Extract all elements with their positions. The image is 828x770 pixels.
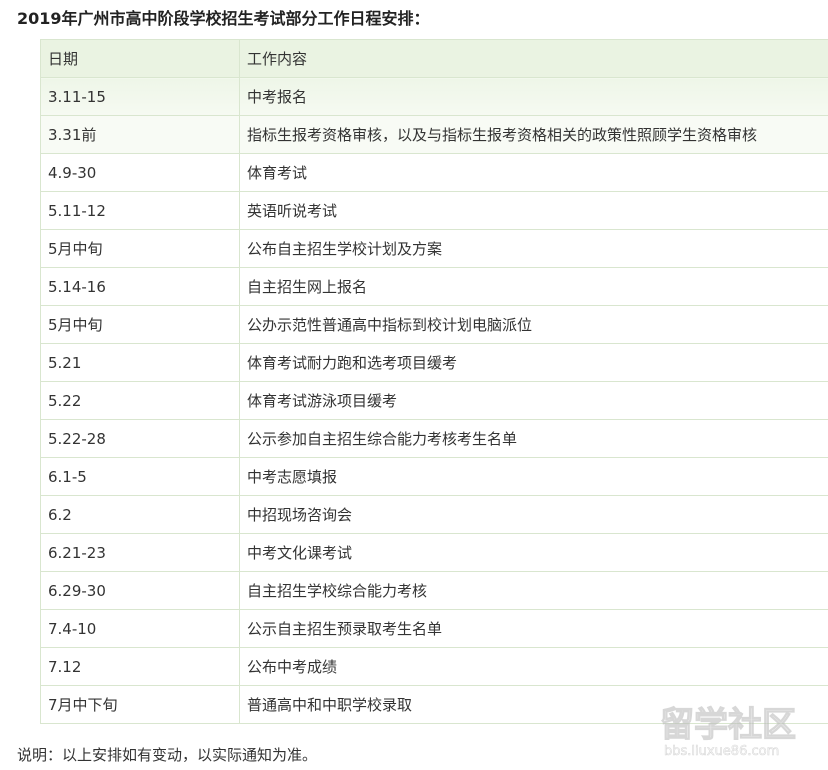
cell-date: 5.14-16 — [40, 267, 240, 306]
table-row: 4.9-30 体育考试 — [40, 153, 828, 192]
table-row: 7.12 公布中考成绩 — [40, 647, 828, 686]
page-title: 2019年广州市高中阶段学校招生考试部分工作日程安排： — [17, 9, 430, 28]
cell-content: 公办示范性普通高中指标到校计划电脑派位 — [239, 305, 828, 344]
page: 2019年广州市高中阶段学校招生考试部分工作日程安排： 日期 工作内容 3.11… — [0, 0, 828, 770]
table-row: 5.14-16 自主招生网上报名 — [40, 267, 828, 306]
table-row: 6.29-30 自主招生学校综合能力考核 — [40, 571, 828, 610]
table-row: 5.21 体育考试耐力跑和选考项目缓考 — [40, 343, 828, 382]
watermark-main-text: 留学社区 — [660, 705, 796, 745]
cell-date: 7.4-10 — [40, 609, 240, 648]
cell-date: 5.22-28 — [40, 419, 240, 458]
cell-date: 6.21-23 — [40, 533, 240, 572]
table-header-row: 日期 工作内容 — [40, 39, 828, 78]
cell-content: 公布中考成绩 — [239, 647, 828, 686]
cell-date: 3.11-15 — [40, 77, 240, 116]
cell-content: 公布自主招生学校计划及方案 — [239, 229, 828, 268]
cell-content: 体育考试耐力跑和选考项目缓考 — [239, 343, 828, 382]
cell-date: 3.31前 — [40, 115, 240, 154]
table-row: 3.11-15 中考报名 — [40, 77, 828, 116]
header-content: 工作内容 — [239, 39, 828, 78]
cell-date: 6.1-5 — [40, 457, 240, 496]
cell-content: 中考志愿填报 — [239, 457, 828, 496]
cell-date: 6.29-30 — [40, 571, 240, 610]
cell-date: 5月中旬 — [40, 229, 240, 268]
table-row: 5月中旬 公办示范性普通高中指标到校计划电脑派位 — [40, 305, 828, 344]
cell-date: 5.11-12 — [40, 191, 240, 230]
footnote: 说明：以上安排如有变动，以实际通知为准。 — [17, 746, 318, 764]
cell-date: 5.22 — [40, 381, 240, 420]
cell-date: 4.9-30 — [40, 153, 240, 192]
schedule-table: 日期 工作内容 3.11-15 中考报名 3.31前 指标生报考资格审核，以及与指标生… — [40, 39, 828, 724]
cell-content: 自主招生网上报名 — [239, 267, 828, 306]
watermark-url-text: bbs.liuxue86.com — [664, 744, 779, 759]
header-date: 日期 — [40, 39, 240, 78]
table-row: 7.4-10 公示自主招生预录取考生名单 — [40, 609, 828, 648]
table-row: 3.31前 指标生报考资格审核，以及与指标生报考资格相关的政策性照顾学生资格审核 — [40, 115, 828, 154]
cell-date: 5月中旬 — [40, 305, 240, 344]
table-row: 6.2 中招现场咨询会 — [40, 495, 828, 534]
cell-content: 公示自主招生预录取考生名单 — [239, 609, 828, 648]
cell-date: 7月中下旬 — [40, 685, 240, 724]
watermark-logo: 留学社区 bbs.liuxue86.com — [660, 704, 797, 759]
table-row: 5月中旬 公布自主招生学校计划及方案 — [40, 229, 828, 268]
cell-content: 中招现场咨询会 — [239, 495, 828, 534]
table-row: 5.22-28 公示参加自主招生综合能力考核考生名单 — [40, 419, 828, 458]
cell-date: 7.12 — [40, 647, 240, 686]
cell-content: 自主招生学校综合能力考核 — [239, 571, 828, 610]
cell-date: 5.21 — [40, 343, 240, 382]
cell-content: 英语听说考试 — [239, 191, 828, 230]
table-row: 5.22 体育考试游泳项目缓考 — [40, 381, 828, 420]
cell-content: 公示参加自主招生综合能力考核考生名单 — [239, 419, 828, 458]
cell-date: 6.2 — [40, 495, 240, 534]
cell-content: 体育考试 — [239, 153, 828, 192]
table-row: 6.1-5 中考志愿填报 — [40, 457, 828, 496]
cell-content: 中考文化课考试 — [239, 533, 828, 572]
cell-content: 中考报名 — [239, 77, 828, 116]
cell-content: 体育考试游泳项目缓考 — [239, 381, 828, 420]
cell-content: 指标生报考资格审核，以及与指标生报考资格相关的政策性照顾学生资格审核 — [239, 115, 828, 154]
table-row: 6.21-23 中考文化课考试 — [40, 533, 828, 572]
table-row: 5.11-12 英语听说考试 — [40, 191, 828, 230]
